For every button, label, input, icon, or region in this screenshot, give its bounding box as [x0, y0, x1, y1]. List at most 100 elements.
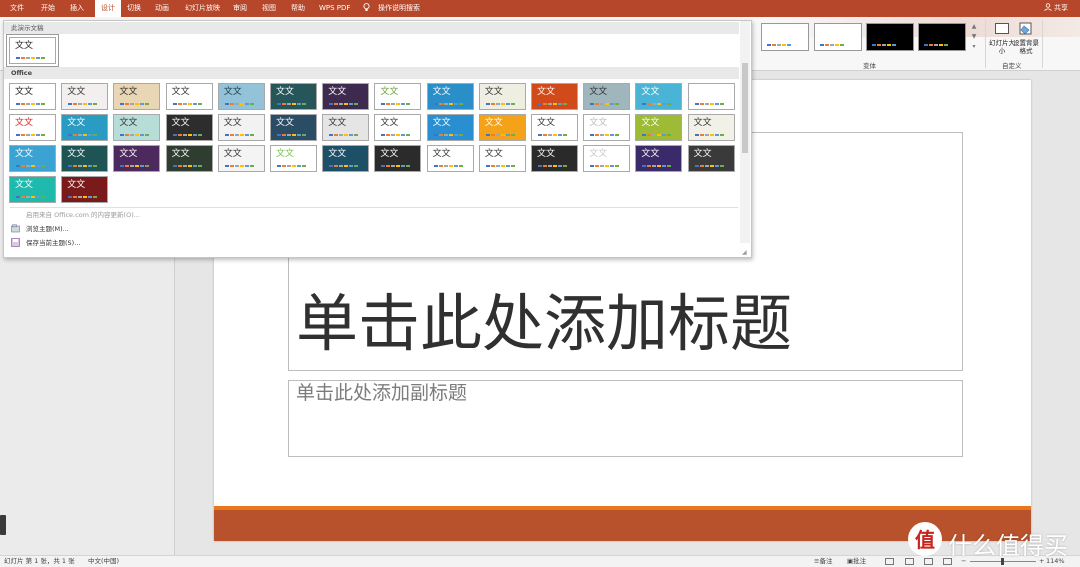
tab-4[interactable]: 切换: [127, 0, 141, 17]
theme-thumbnail-17[interactable]: 文文: [113, 114, 161, 141]
share-button[interactable]: 共享: [1044, 0, 1068, 17]
theme-thumbnail-43[interactable]: 文文: [9, 176, 56, 203]
title-placeholder[interactable]: 单击此处添加标题: [296, 280, 792, 368]
theme-thumbnail-34[interactable]: 文文: [270, 145, 317, 172]
theme-thumbnail-22[interactable]: 文文: [374, 114, 422, 141]
more-icon[interactable]: ▾: [969, 42, 979, 52]
scroll-down-icon[interactable]: ▼: [969, 32, 979, 42]
theme-thumbnail-29[interactable]: 文文: [9, 145, 56, 172]
browse-folder-icon: [11, 224, 20, 233]
theme-thumbnail-35[interactable]: 文文: [322, 145, 370, 172]
theme-thumbnail-28[interactable]: 文文: [687, 114, 735, 141]
theme-thumbnail-4[interactable]: 文文: [165, 83, 213, 110]
theme-color-swatches: [642, 165, 672, 167]
save-theme-item[interactable]: 保存当前主题(S)...: [11, 237, 80, 249]
theme-thumbnail-30[interactable]: 文文: [61, 145, 109, 172]
theme-thumbnail-25[interactable]: 文文: [531, 114, 578, 141]
theme-thumbnail-40[interactable]: 文文: [583, 145, 631, 172]
theme-thumbnail-3[interactable]: 文文: [113, 83, 161, 110]
theme-thumbnail-21[interactable]: 文文: [322, 114, 370, 141]
tab-10[interactable]: WPS PDF: [319, 0, 350, 17]
theme-thumbnail-text: 文文: [432, 118, 451, 128]
browse-themes-item[interactable]: 浏览主题(M)...: [11, 223, 69, 235]
theme-thumbnail-11[interactable]: 文文: [531, 83, 578, 110]
zoom-slider[interactable]: [970, 558, 1036, 565]
tab-9[interactable]: 帮助: [291, 0, 305, 17]
theme-thumbnail-26[interactable]: 文文: [583, 114, 631, 141]
variant-2[interactable]: [814, 23, 862, 51]
variant-scroll-buttons[interactable]: ▲ ▼ ▾: [969, 22, 979, 54]
theme-thumbnail-18[interactable]: 文文: [165, 114, 213, 141]
theme-thumbnail-5[interactable]: 文文: [217, 83, 265, 110]
theme-thumbnail-39[interactable]: 文文: [531, 145, 578, 172]
variant-4[interactable]: [918, 23, 966, 51]
pane-resize-handle[interactable]: [0, 515, 6, 535]
theme-thumbnail-text: 文文: [119, 118, 138, 128]
theme-thumbnail-text: 文文: [276, 118, 295, 128]
scroll-up-icon[interactable]: ▲: [969, 22, 979, 32]
tab-8[interactable]: 视图: [262, 0, 276, 17]
theme-color-swatches: [381, 103, 411, 105]
theme-thumbnail-10[interactable]: 文文: [478, 83, 526, 110]
tab-6[interactable]: 幻灯片放映: [185, 0, 220, 17]
theme-thumbnail-text: 文文: [67, 118, 86, 128]
theme-thumbnail-8[interactable]: 文文: [374, 83, 422, 110]
theme-thumbnail-41[interactable]: 文文: [635, 145, 683, 172]
theme-thumbnail-20[interactable]: 文文: [270, 114, 317, 141]
theme-thumbnail-24[interactable]: 文文: [478, 114, 526, 141]
theme-color-swatches: [590, 165, 620, 167]
resize-grip-icon[interactable]: ◢: [742, 249, 748, 256]
theme-thumbnail-44[interactable]: 文文: [61, 176, 109, 203]
tab-1[interactable]: 开始: [41, 0, 55, 17]
theme-thumbnail-16[interactable]: 文文: [61, 114, 109, 141]
subtitle-placeholder[interactable]: 单击此处添加副标题: [296, 380, 467, 406]
theme-thumbnail-27[interactable]: 文文: [635, 114, 683, 141]
language-indicator[interactable]: 中文(中国): [88, 556, 119, 567]
gallery-scrollbar[interactable]: [740, 21, 750, 243]
slide-size-button[interactable]: 幻灯片大小: [989, 21, 1015, 55]
variant-1[interactable]: [761, 23, 809, 51]
theme-thumbnail-32[interactable]: 文文: [165, 145, 213, 172]
theme-thumbnail-text: 文文: [276, 87, 295, 97]
notes-button[interactable]: ≡ 备注: [814, 556, 832, 567]
tab-5[interactable]: 动画: [155, 0, 169, 17]
theme-thumbnail-42[interactable]: 文文: [687, 145, 735, 172]
theme-thumbnail-13[interactable]: 文文: [635, 83, 683, 110]
svg-text:值: 值: [915, 528, 935, 552]
theme-thumbnail-14[interactable]: 文文: [687, 83, 735, 110]
tab-0[interactable]: 文件: [10, 0, 24, 17]
slide-sorter-icon[interactable]: [905, 558, 914, 565]
theme-thumbnail-7[interactable]: 文文: [322, 83, 370, 110]
theme-thumbnail-9[interactable]: 文文: [426, 83, 474, 110]
ribbon-tab-bar: 文件 开始 插入 设计 切换 动画 幻灯片放映 审阅 视图 帮助 WPS PDF 操作说明搜索 共享: [0, 0, 1080, 17]
theme-thumbnail-6[interactable]: 文文: [270, 83, 317, 110]
theme-thumbnail-37[interactable]: 文文: [426, 145, 474, 172]
theme-thumbnail-19[interactable]: 文文: [217, 114, 265, 141]
reading-view-icon[interactable]: [924, 558, 933, 565]
theme-thumbnail-text: 文文: [276, 149, 295, 159]
normal-view-icon[interactable]: [885, 558, 894, 565]
variant-3[interactable]: [866, 23, 914, 51]
theme-thumbnail-text: 文文: [484, 87, 503, 97]
theme-thumbnail-12[interactable]: 文文: [583, 83, 631, 110]
current-theme-thumbnail[interactable]: 文文: [6, 34, 59, 67]
tab-3[interactable]: 设计: [95, 0, 121, 17]
tab-7[interactable]: 审阅: [233, 0, 247, 17]
theme-thumbnail-38[interactable]: 文文: [478, 145, 526, 172]
scrollbar-thumb[interactable]: [742, 63, 748, 153]
theme-thumbnail-31[interactable]: 文文: [113, 145, 161, 172]
theme-color-swatches: [120, 134, 150, 136]
theme-thumbnail-33[interactable]: 文文: [217, 145, 265, 172]
tab-2[interactable]: 插入: [70, 0, 84, 17]
theme-thumbnail-2[interactable]: 文文: [61, 83, 109, 110]
format-background-button[interactable]: 设置背景格式: [1013, 21, 1039, 55]
theme-thumbnail-1[interactable]: 文文: [9, 83, 56, 110]
theme-thumbnail-23[interactable]: 文文: [426, 114, 474, 141]
theme-thumbnail-36[interactable]: 文文: [374, 145, 422, 172]
save-theme-icon: [11, 238, 20, 247]
comments-button[interactable]: ▣ 批注: [847, 556, 866, 567]
theme-thumbnail-text: 文文: [641, 87, 660, 97]
this-presentation-header: 此演示文稿: [4, 22, 739, 34]
tab-11[interactable]: 操作说明搜索: [378, 0, 420, 17]
theme-thumbnail-15[interactable]: 文文: [9, 114, 56, 141]
